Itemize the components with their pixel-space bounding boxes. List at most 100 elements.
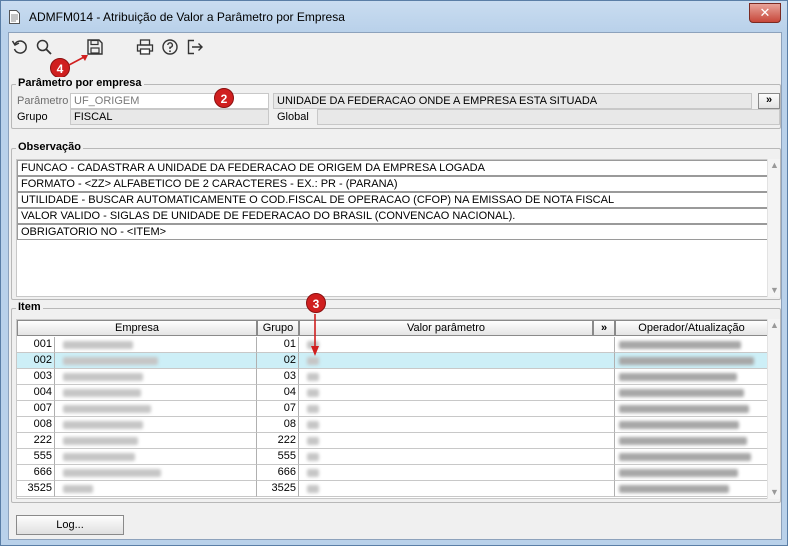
item-scrollbar[interactable]: ▲ ▼ bbox=[767, 319, 780, 499]
cell-valor[interactable] bbox=[299, 433, 615, 449]
redacted-text bbox=[307, 357, 319, 365]
cell-valor[interactable] bbox=[299, 401, 615, 417]
item-legend: Item bbox=[16, 301, 43, 313]
redacted-text bbox=[619, 373, 737, 381]
redacted-text bbox=[619, 357, 754, 365]
scroll-down-icon[interactable]: ▼ bbox=[770, 488, 779, 497]
cell-empresa-name bbox=[55, 385, 257, 401]
redacted-text bbox=[63, 485, 93, 493]
cell-valor[interactable] bbox=[299, 385, 615, 401]
cell-grupo: 666 bbox=[257, 465, 299, 481]
cell-empresa-name bbox=[55, 481, 257, 497]
observacao-line: OBRIGATORIO NO - <ITEM> bbox=[17, 224, 768, 240]
cell-grupo: 555 bbox=[257, 449, 299, 465]
cell-empresa-code: 555 bbox=[17, 449, 55, 465]
scroll-up-icon[interactable]: ▲ bbox=[770, 161, 779, 170]
table-row[interactable]: 3525 3525 bbox=[17, 481, 767, 497]
scroll-up-icon[interactable]: ▲ bbox=[770, 321, 779, 330]
observacao-text[interactable]: FUNCAO - CADASTRAR A UNIDADE DA FEDERACA… bbox=[16, 159, 768, 297]
redacted-text bbox=[63, 405, 151, 413]
redacted-text bbox=[619, 405, 749, 413]
undo-button[interactable] bbox=[11, 38, 29, 56]
arrow-annotation bbox=[68, 55, 88, 66]
cell-grupo: 08 bbox=[257, 417, 299, 433]
exit-button[interactable] bbox=[186, 38, 204, 56]
cell-empresa-code: 222 bbox=[17, 433, 55, 449]
cell-operador bbox=[615, 385, 767, 401]
undo-icon bbox=[11, 40, 27, 54]
cell-valor[interactable] bbox=[299, 481, 615, 497]
parametro-more-button[interactable]: » bbox=[758, 93, 780, 109]
redacted-text bbox=[63, 421, 143, 429]
item-grid[interactable]: Empresa Grupo Valor parâmetro » Operador… bbox=[16, 319, 768, 499]
observacao-scrollbar[interactable]: ▲ ▼ bbox=[767, 159, 780, 297]
table-row[interactable]: 008 08 bbox=[17, 417, 767, 433]
cell-grupo: 04 bbox=[257, 385, 299, 401]
observacao-legend: Observação bbox=[16, 141, 83, 153]
cell-operador bbox=[615, 449, 767, 465]
observacao-group: Observação FUNCAO - CADASTRAR A UNIDADE … bbox=[11, 141, 781, 300]
toolbar: 4 bbox=[9, 33, 781, 78]
table-row[interactable]: 001 01 bbox=[17, 337, 767, 353]
column-header-valor[interactable]: Valor parâmetro bbox=[299, 320, 593, 336]
table-row[interactable]: 222 222 bbox=[17, 433, 767, 449]
title-bar[interactable]: ADMFM014 - Atribuição de Valor a Parâmet… bbox=[1, 1, 787, 32]
table-row[interactable]: 007 07 bbox=[17, 401, 767, 417]
table-row[interactable]: 002 02 bbox=[17, 353, 767, 369]
global-label: Global bbox=[277, 111, 309, 123]
column-header-operador[interactable]: Operador/Atualização bbox=[615, 320, 767, 336]
cell-operador bbox=[615, 465, 767, 481]
redacted-text bbox=[63, 373, 143, 381]
close-button[interactable]: ✕ bbox=[749, 3, 781, 23]
cell-valor[interactable] bbox=[299, 353, 615, 369]
help-button[interactable] bbox=[161, 38, 179, 56]
cell-valor[interactable] bbox=[299, 449, 615, 465]
table-row[interactable]: 666 666 bbox=[17, 465, 767, 481]
redacted-text bbox=[619, 485, 729, 493]
redacted-text bbox=[619, 453, 751, 461]
redacted-text bbox=[307, 453, 319, 461]
redacted-text bbox=[63, 437, 138, 445]
observacao-line: UTILIDADE - BUSCAR AUTOMATICAMENTE O COD… bbox=[17, 192, 768, 208]
cell-empresa-name bbox=[55, 369, 257, 385]
cell-empresa-name bbox=[55, 401, 257, 417]
scroll-down-icon[interactable]: ▼ bbox=[770, 286, 779, 295]
column-header-grupo[interactable]: Grupo bbox=[257, 320, 299, 336]
cell-operador bbox=[615, 433, 767, 449]
cell-valor[interactable] bbox=[299, 417, 615, 433]
table-row[interactable]: 004 04 bbox=[17, 385, 767, 401]
item-group: Item Empresa Grupo Valor parâmetro » Ope… bbox=[11, 301, 781, 503]
cell-valor[interactable] bbox=[299, 465, 615, 481]
exit-icon bbox=[187, 39, 203, 55]
log-button[interactable]: Log... bbox=[16, 515, 124, 535]
column-header-empresa[interactable]: Empresa bbox=[17, 320, 257, 336]
table-row[interactable]: 003 03 bbox=[17, 369, 767, 385]
cell-grupo: 222 bbox=[257, 433, 299, 449]
valor-more-button[interactable]: » bbox=[593, 320, 615, 336]
cell-valor[interactable] bbox=[299, 369, 615, 385]
table-row[interactable]: 555 555 bbox=[17, 449, 767, 465]
arrow-annotation bbox=[311, 314, 319, 356]
print-button[interactable] bbox=[136, 38, 154, 56]
cell-empresa-name bbox=[55, 465, 257, 481]
redacted-text bbox=[63, 469, 161, 477]
parametro-description: UNIDADE DA FEDERACAO ONDE A EMPRESA ESTA… bbox=[273, 93, 752, 109]
badge-2: 2 bbox=[214, 88, 234, 108]
redacted-text bbox=[619, 437, 747, 445]
parametro-field[interactable]: UF_ORIGEM bbox=[70, 93, 269, 109]
redacted-text bbox=[619, 421, 739, 429]
cell-empresa-code: 003 bbox=[17, 369, 55, 385]
redacted-text bbox=[307, 421, 319, 429]
cell-valor[interactable] bbox=[299, 337, 615, 353]
app-window: ADMFM014 - Atribuição de Valor a Parâmet… bbox=[0, 0, 788, 546]
cell-empresa-name bbox=[55, 353, 257, 369]
client-area: 4 Parâmetro por empresa Parâmetro UF_ORI… bbox=[8, 32, 782, 540]
param-group-legend: Parâmetro por empresa bbox=[16, 77, 144, 89]
grupo-field: FISCAL bbox=[70, 109, 269, 125]
cell-empresa-code: 008 bbox=[17, 417, 55, 433]
print-icon bbox=[136, 39, 154, 55]
search-icon bbox=[36, 39, 52, 55]
search-button[interactable] bbox=[35, 38, 53, 56]
cell-empresa-code: 002 bbox=[17, 353, 55, 369]
cell-operador bbox=[615, 353, 767, 369]
